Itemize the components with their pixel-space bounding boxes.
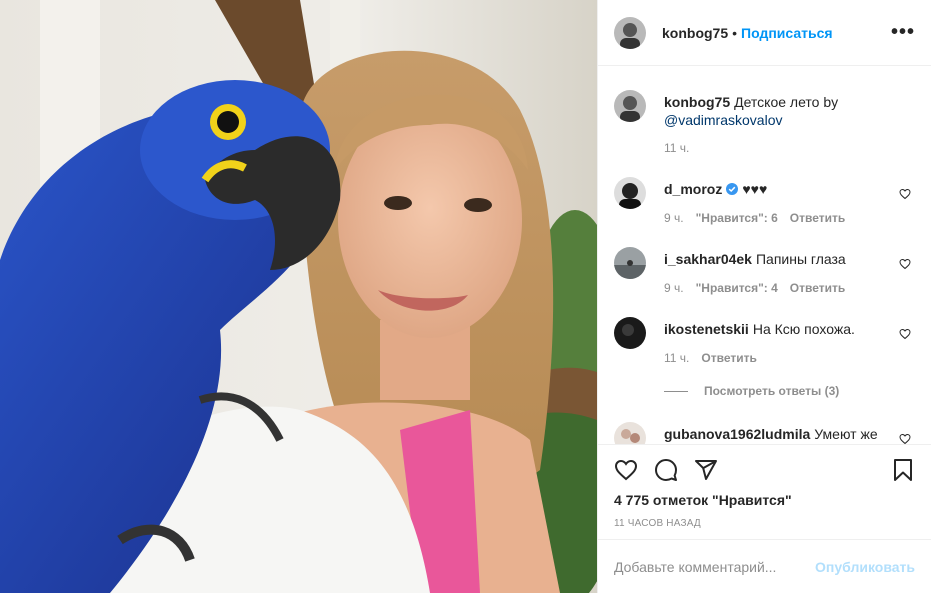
comment-text: На Ксю похожа. [752, 321, 855, 337]
like-heart-icon[interactable] [614, 458, 638, 482]
comment-text: Умеют же [814, 426, 878, 442]
caption-time[interactable]: 11 ч. [664, 141, 689, 155]
share-send-icon[interactable] [694, 458, 718, 482]
commenter-avatar[interactable] [614, 247, 646, 279]
comment-username[interactable]: ikostenetskii [664, 321, 749, 337]
caption-mention[interactable]: @vadimraskovalov [664, 112, 782, 128]
comment-username[interactable]: i_sakhar04ek [664, 251, 752, 267]
view-replies-button[interactable]: Посмотреть ответы (3) [664, 384, 839, 398]
post-side-panel: konbog75 • Подписаться ••• konbog75 Детск… [597, 0, 931, 593]
post-header: konbog75 • Подписаться ••• [598, 0, 931, 66]
author-username[interactable]: konbog75 [662, 25, 728, 41]
comment-username[interactable]: d_moroz [664, 181, 722, 197]
comment-time[interactable]: 11 ч. [664, 351, 689, 365]
verified-badge-icon [726, 183, 739, 195]
caption-text: Детское лето by [734, 94, 839, 110]
post-timestamp[interactable]: 11 ЧАСОВ НАЗАД [598, 518, 931, 529]
more-options-icon[interactable]: ••• [891, 21, 915, 44]
post-actions: 4 775 отметок "Нравится" 11 ЧАСОВ НАЗАД [598, 444, 931, 529]
commenter-avatar[interactable] [614, 177, 646, 209]
comment-like-heart-icon[interactable] [899, 328, 911, 340]
comment-likes[interactable]: "Нравится": 6 [696, 211, 778, 225]
comment-like-heart-icon[interactable] [899, 188, 911, 200]
comment-username[interactable]: gubanova1962ludmila [664, 426, 810, 442]
save-bookmark-icon[interactable] [891, 458, 915, 482]
caption-username[interactable]: konbog75 [664, 94, 730, 110]
comment-input[interactable]: Добавьте комментарий... [614, 559, 776, 575]
comment-reply-button[interactable]: Ответить [790, 281, 845, 295]
comment-like-heart-icon[interactable] [899, 258, 911, 270]
comment-meta: 9 ч. "Нравится": 4 Ответить [664, 281, 857, 295]
view-replies-label: Посмотреть ответы (3) [704, 384, 840, 398]
comment-like-heart-icon[interactable] [899, 433, 911, 444]
commenter-avatar[interactable] [614, 422, 646, 444]
post-viewer: konbog75 • Подписаться ••• konbog75 Детск… [0, 0, 931, 593]
author-avatar[interactable] [614, 16, 646, 49]
likes-count[interactable]: 4 775 отметок "Нравится" [598, 492, 931, 508]
post-photo[interactable] [0, 0, 597, 593]
comment-likes[interactable]: "Нравится": 4 [696, 281, 778, 295]
post-image [0, 0, 597, 593]
comment-text: ♥♥♥ [742, 181, 768, 197]
comment-time[interactable]: 9 ч. [664, 281, 684, 295]
action-icons-row [598, 445, 931, 495]
comment-meta: 11 ч. Ответить [664, 351, 769, 365]
publish-comment-button[interactable]: Опубликовать [815, 559, 915, 575]
follow-button[interactable]: Подписаться [741, 25, 833, 41]
comment-bubble-icon[interactable] [654, 458, 678, 482]
comment-text: Папины глаза [755, 251, 846, 267]
comment-meta: 9 ч. "Нравится": 6 Ответить [664, 211, 857, 225]
commenter-avatar[interactable] [614, 317, 646, 349]
separator-dot: • [732, 24, 738, 41]
comment-time[interactable]: 9 ч. [664, 211, 684, 225]
add-comment-bar: Добавьте комментарий... Опубликовать [598, 539, 931, 594]
caption-meta: 11 ч. [664, 141, 701, 155]
comment-reply-button[interactable]: Ответить [790, 211, 845, 225]
comments-list[interactable]: konbog75 Детское лето by @vadimraskovalov… [598, 67, 931, 444]
comment-reply-button[interactable]: Ответить [701, 351, 756, 365]
caption-avatar[interactable] [614, 90, 646, 122]
replies-divider [664, 390, 688, 392]
